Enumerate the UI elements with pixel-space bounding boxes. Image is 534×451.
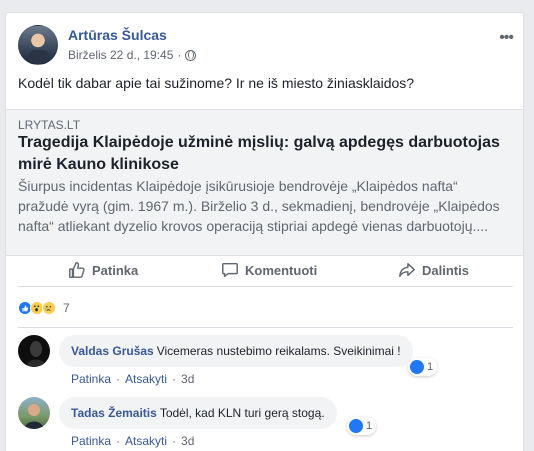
comment-meta: Patinka · Atsakyti · 3d: [71, 434, 194, 448]
comment-item: Valdas Grušas Vicemeras nustebimo reikala…: [18, 335, 513, 386]
comment-text: Vicemeras nustebimo reikalams. Sveikinim…: [156, 344, 401, 358]
post-actions: Patinka Komentuoti Dalintis: [18, 253, 513, 287]
comment-bubble: Tadas Žemaitis Todėl, kad KLN turi gerą s…: [59, 397, 337, 429]
link-description: Šiurpus incidentas Klaipėdoje įsikūrusio…: [18, 178, 500, 234]
post-card: Artūras Šulcas Birželis 22 d., 19:45 · •…: [5, 12, 524, 451]
commenter-name[interactable]: Valdas Grušas: [71, 344, 154, 358]
meta-separator: ·: [172, 434, 177, 448]
comment-time[interactable]: 3d: [181, 434, 194, 448]
like-button[interactable]: Patinka: [68, 258, 138, 282]
meta-separator: ·: [172, 372, 177, 386]
comment-icon: [222, 262, 238, 278]
like-label: Patinka: [92, 262, 139, 278]
comment-time[interactable]: 3d: [181, 372, 194, 386]
author-avatar[interactable]: [18, 25, 58, 65]
comments-divider: [18, 327, 513, 328]
comment-text: Todėl, kad KLN turi gerą stogą.: [159, 406, 325, 420]
link-preview[interactable]: LRYTAS.LT Tragedija Klaipėdoje užminė mį…: [6, 109, 523, 256]
commenter-avatar[interactable]: [18, 335, 50, 367]
commenter-name[interactable]: Tadas Žemaitis: [71, 406, 157, 420]
share-icon: [399, 262, 415, 278]
post-text: Kodėl tik dabar apie tai sužinome? Ir ne…: [18, 75, 415, 91]
link-title[interactable]: Tragedija Klaipėdoje užminė mįslių: galv…: [18, 132, 513, 176]
meta-separator: ·: [116, 434, 121, 448]
like-icon: [410, 360, 424, 374]
comment-reaction-count: 1: [366, 420, 373, 432]
comment-reply-link[interactable]: Atsakyti: [125, 434, 167, 448]
globe-icon[interactable]: [185, 49, 197, 61]
link-domain: LRYTAS.LT: [18, 118, 81, 132]
comment-reactions[interactable]: 1: [347, 417, 377, 435]
post-header: Artūras Šulcas Birželis 22 d., 19:45 · •…: [18, 25, 514, 67]
like-icon: [349, 419, 363, 433]
comment-reply-link[interactable]: Atsakyti: [125, 372, 167, 386]
comment-label: Komentuoti: [245, 262, 318, 278]
comment-button[interactable]: Komentuoti: [221, 258, 317, 282]
reactions-summary[interactable]: 7: [18, 298, 70, 318]
author-name[interactable]: Artūras Šulcas: [68, 27, 167, 43]
comment-bubble: Valdas Grušas Vicemeras nustebimo reikala…: [59, 335, 413, 367]
thumbs-up-icon: [69, 262, 85, 278]
share-button[interactable]: Dalintis: [398, 258, 469, 282]
post-meta: Birželis 22 d., 19:45 ·: [68, 48, 197, 62]
more-options-icon[interactable]: •••: [499, 29, 514, 47]
commenter-avatar[interactable]: [18, 397, 50, 429]
post-date[interactable]: Birželis 22 d., 19:45: [68, 48, 173, 62]
sad-icon: [42, 301, 56, 315]
reaction-count[interactable]: 7: [63, 301, 70, 315]
meta-separator: ·: [116, 372, 121, 386]
comment-reaction-count: 1: [427, 361, 434, 373]
comment-meta: Patinka · Atsakyti · 3d: [71, 372, 194, 386]
comment-reactions[interactable]: 1: [408, 358, 438, 376]
comment-item: Tadas Žemaitis Todėl, kad KLN turi gerą s…: [18, 397, 513, 448]
share-label: Dalintis: [422, 262, 469, 278]
comment-like-link[interactable]: Patinka: [71, 434, 111, 448]
meta-separator: ·: [177, 48, 182, 62]
comment-like-link[interactable]: Patinka: [71, 372, 111, 386]
